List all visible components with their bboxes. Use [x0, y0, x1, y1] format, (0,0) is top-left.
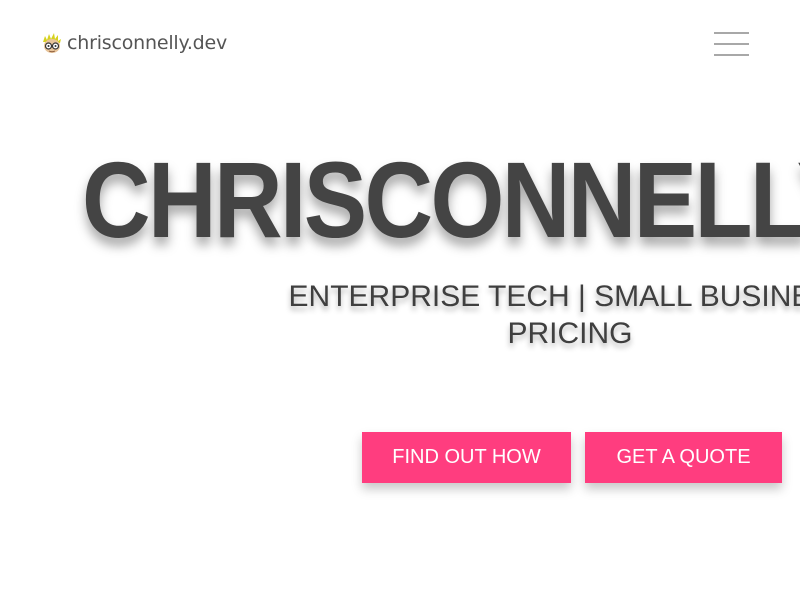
find-out-how-button[interactable]: FIND OUT HOW — [362, 432, 571, 483]
hero-title: CHRISCONNELLY — [82, 139, 800, 260]
menu-bar-middle — [714, 43, 749, 45]
hero-subtitle-line-1: ENTERPRISE TECH | SMALL BUSINESS — [288, 280, 800, 313]
menu-bar-top — [714, 32, 749, 34]
get-a-quote-button[interactable]: GET A QUOTE — [585, 432, 782, 483]
hamburger-menu-icon[interactable] — [714, 32, 750, 58]
hero-subtitle: ENTERPRISE TECH | SMALL BUSINESS PRICING — [280, 278, 800, 352]
cartoon-face-with-glasses-icon — [43, 33, 61, 53]
logo-text: chrisconnelly.dev — [67, 32, 228, 54]
page: chrisconnelly.dev CHRISCONNELLY ENTERPRI… — [0, 0, 800, 600]
menu-bar-bottom — [714, 54, 749, 56]
hero-subtitle-line-2: PRICING — [507, 317, 633, 350]
site-header: chrisconnelly.dev — [0, 0, 800, 90]
logo-link[interactable]: chrisconnelly.dev — [41, 32, 227, 54]
